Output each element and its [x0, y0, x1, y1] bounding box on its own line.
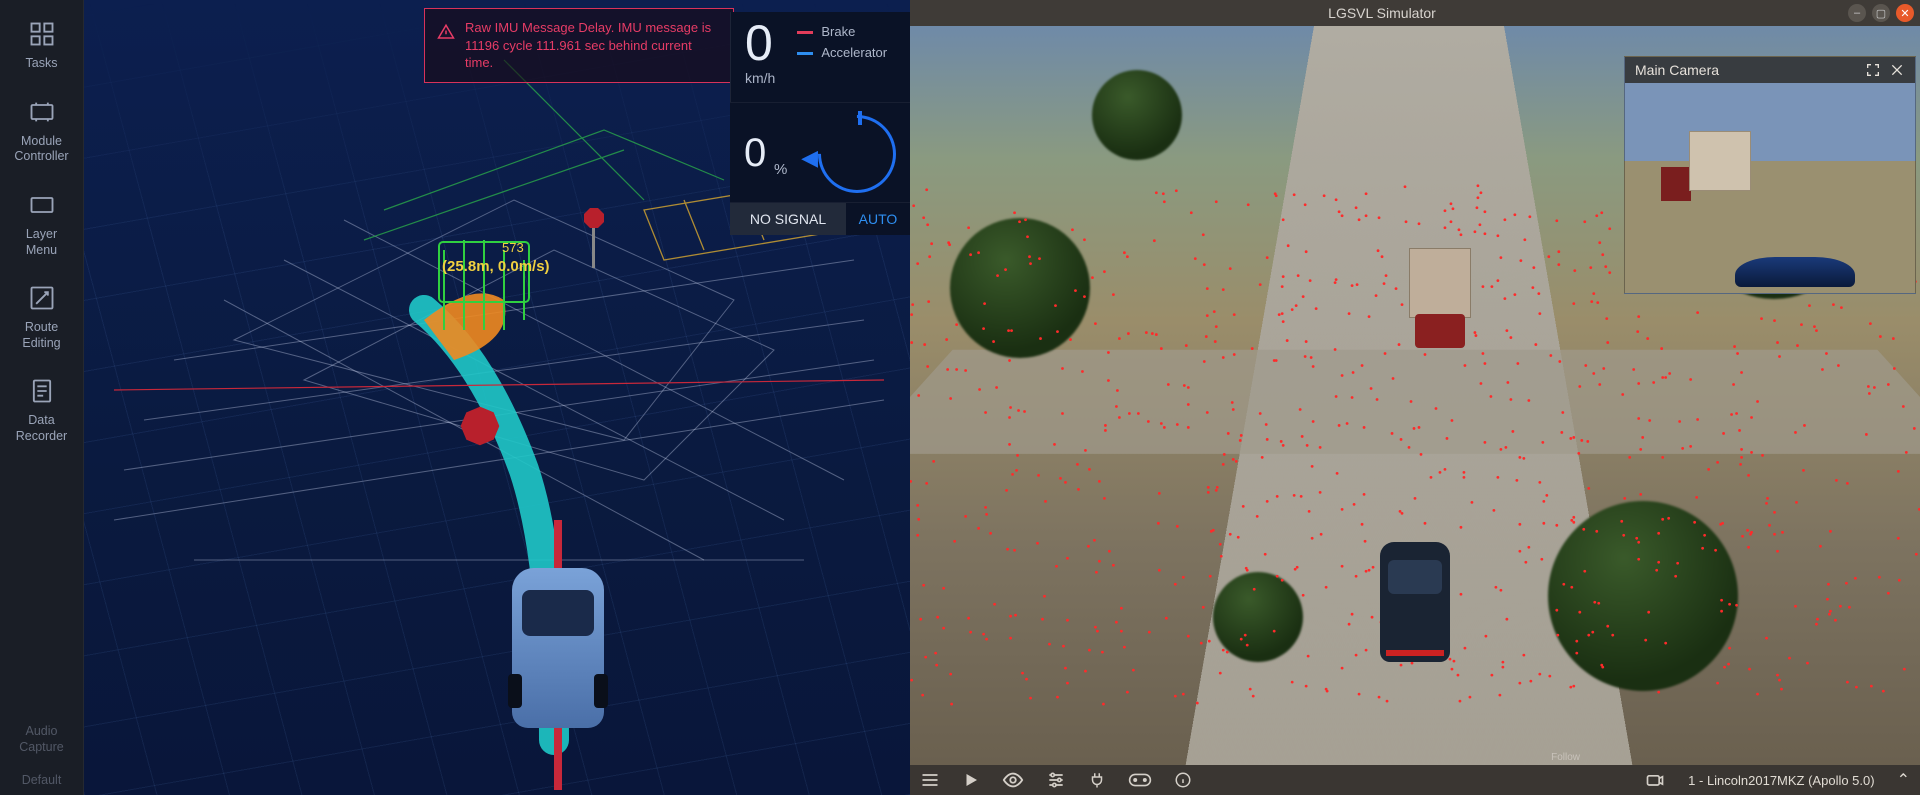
close-icon[interactable] — [1889, 62, 1905, 78]
pip-truck — [1661, 131, 1751, 201]
menu-icon[interactable] — [920, 770, 940, 790]
dreamview-sidebar: Tasks Module Controller Layer Menu Route… — [0, 0, 84, 795]
obstacle-id: 573 — [502, 240, 524, 255]
ego-vehicle-model — [512, 568, 604, 728]
auto-mode-button[interactable]: AUTO — [846, 203, 910, 235]
eye-icon[interactable] — [1002, 769, 1024, 791]
ego-vehicle — [1380, 542, 1450, 662]
dashboard-panel: 0 km/h Brake Accelerator 0 % ◀ NO — [730, 12, 910, 235]
info-icon[interactable] — [1174, 771, 1192, 789]
route-icon — [28, 284, 56, 312]
sidebar-label: Tasks — [26, 56, 58, 72]
sidebar-label: Audio Capture — [19, 724, 63, 755]
tree — [1092, 70, 1182, 160]
simulator-3d-view[interactable]: Main Camera Follow — [910, 26, 1920, 765]
lgsvl-bottombar: 1 - Lincoln2017MKZ (Apollo 5.0) ⌃ — [910, 765, 1920, 795]
sidebar-item-module-controller[interactable]: Module Controller — [0, 84, 83, 177]
sidebar-label: Data Recorder — [16, 413, 67, 444]
dreamview-pane: Tasks Module Controller Layer Menu Route… — [0, 0, 910, 795]
main-camera-pip[interactable]: Main Camera — [1624, 56, 1916, 294]
brake-legend: Brake — [797, 24, 887, 39]
window-maximize-button[interactable]: ▢ — [1872, 4, 1890, 22]
throttle-unit: % — [774, 161, 787, 178]
sidebar-label: Layer Menu — [26, 227, 57, 258]
pip-label: Main Camera — [1635, 62, 1719, 78]
intersection-surface — [910, 350, 1920, 454]
layer-icon — [28, 191, 56, 219]
sidebar-item-route-editing[interactable]: Route Editing — [0, 270, 83, 363]
accelerator-legend: Accelerator — [797, 45, 887, 60]
obstacle-distance-label: (25.8m, 0.0m/s) — [442, 258, 550, 275]
sidebar-item-audio-capture[interactable]: Audio Capture — [0, 710, 83, 767]
npc-truck — [1405, 248, 1475, 348]
sidebar-label: Default — [22, 773, 62, 789]
play-icon[interactable] — [962, 771, 980, 789]
sidebar-item-tasks[interactable]: Tasks — [0, 6, 83, 84]
sidebar-item-layer-menu[interactable]: Layer Menu — [0, 177, 83, 270]
sidebar-item-data-recorder[interactable]: Data Recorder — [0, 363, 83, 456]
controller-icon[interactable] — [1128, 772, 1152, 788]
steering-arrow-icon: ◀ — [801, 145, 818, 171]
steering-dial — [802, 99, 910, 209]
module-icon — [28, 98, 56, 126]
plug-icon[interactable] — [1088, 770, 1106, 790]
recorder-icon — [28, 377, 56, 405]
imu-delay-alert: Raw IMU Message Delay. IMU message is 11… — [424, 8, 734, 83]
sidebar-label: Route Editing — [22, 320, 60, 351]
follow-label: Follow — [1551, 752, 1580, 763]
dreamview-3d-view[interactable]: 573 (25.8m, 0.0m/s) Raw IMU Message Dela… — [84, 0, 910, 795]
warning-icon — [437, 23, 455, 41]
fullscreen-icon[interactable] — [1865, 62, 1881, 78]
window-close-button[interactable]: ✕ — [1896, 4, 1914, 22]
window-minimize-button[interactable]: – — [1848, 4, 1866, 22]
sidebar-item-default[interactable]: Default — [0, 767, 83, 795]
chevron-up-icon[interactable]: ⌃ — [1897, 770, 1910, 790]
tree — [950, 218, 1090, 358]
signal-status[interactable]: NO SIGNAL — [730, 203, 846, 235]
pip-ego-hood — [1735, 257, 1855, 287]
tree — [1213, 572, 1303, 662]
lgsvl-pane: LGSVL Simulator – ▢ ✕ Main Camera — [910, 0, 1920, 795]
lgsvl-titlebar: LGSVL Simulator – ▢ ✕ — [910, 0, 1920, 26]
camera-icon[interactable] — [1644, 770, 1666, 790]
vehicle-selector[interactable]: 1 - Lincoln2017MKZ (Apollo 5.0) — [1688, 773, 1874, 788]
window-title: LGSVL Simulator — [916, 5, 1848, 21]
sliders-icon[interactable] — [1046, 770, 1066, 790]
dial-tick — [858, 111, 862, 125]
throttle-value: 0 — [744, 131, 766, 176]
tree — [1548, 501, 1738, 691]
alert-text: Raw IMU Message Delay. IMU message is 11… — [465, 20, 711, 70]
sidebar-label: Module Controller — [14, 134, 68, 165]
speed-unit: km/h — [745, 70, 775, 86]
speed-value: 0 — [745, 18, 775, 68]
tasks-icon — [28, 20, 56, 48]
